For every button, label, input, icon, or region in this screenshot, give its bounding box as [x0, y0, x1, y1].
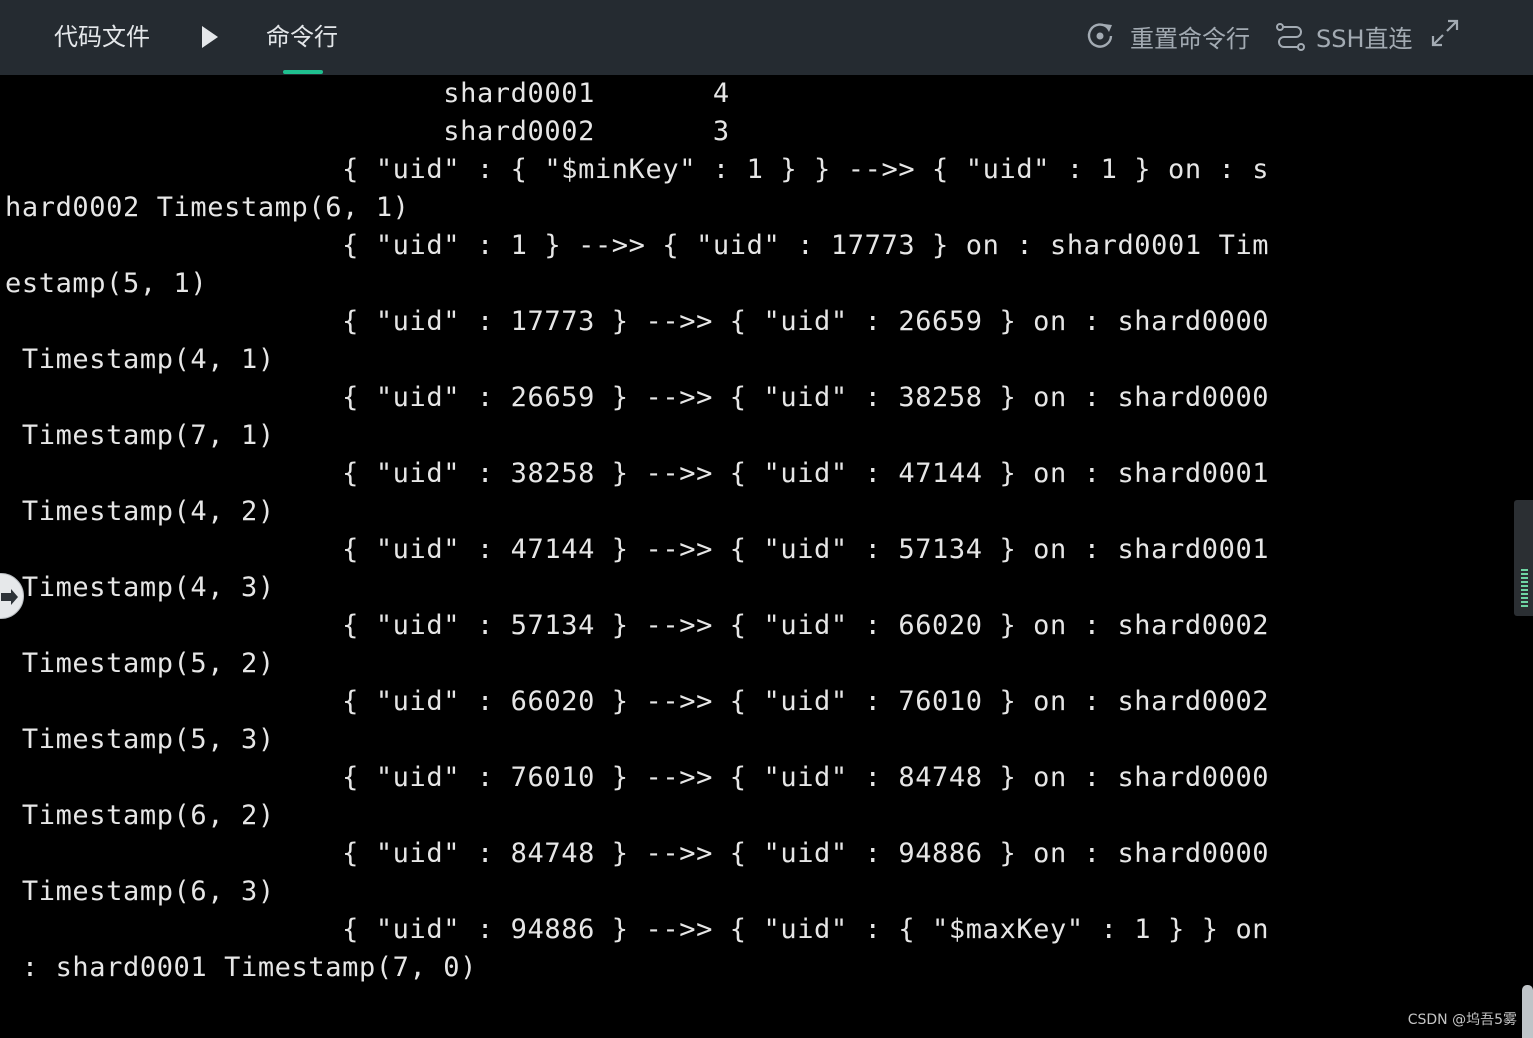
terminal-line: { "uid" : 26659 } -->> { "uid" : 38258 }…	[5, 382, 1270, 413]
tab-code-files[interactable]: 代码文件	[54, 20, 150, 54]
terminal-line: { "uid" : 1 } -->> { "uid" : 17773 } on …	[5, 230, 1270, 261]
scrollbar-thumb[interactable]	[1522, 985, 1533, 1038]
terminal-line: { "uid" : 94886 } -->> { "uid" : { "$max…	[5, 914, 1270, 945]
terminal-line: Timestamp(4, 3)	[5, 572, 275, 603]
terminal-line: { "uid" : 57134 } -->> { "uid" : 66020 }…	[5, 610, 1270, 641]
top-toolbar: 代码文件 命令行 重置命令行 SSH直连	[0, 0, 1533, 75]
terminal-line: : shard0001 Timestamp(7, 0)	[5, 952, 477, 983]
terminal-line: { "uid" : 84748 } -->> { "uid" : 94886 }…	[5, 838, 1270, 869]
restart-terminal-button[interactable]: 重置命令行	[1084, 18, 1250, 54]
terminal-line: shard0002 3	[5, 116, 730, 147]
terminal-line: estamp(5, 1)	[5, 268, 208, 299]
terminal-line: { "uid" : 38258 } -->> { "uid" : 47144 }…	[5, 458, 1270, 489]
terminal-line: { "uid" : 76010 } -->> { "uid" : 84748 }…	[5, 762, 1270, 793]
terminal-line: Timestamp(5, 3)	[5, 724, 275, 755]
terminal-line: Timestamp(5, 2)	[5, 648, 275, 679]
ssh-connect-label: SSH直连	[1316, 24, 1413, 53]
active-tab-indicator	[283, 70, 323, 74]
terminal-line: Timestamp(4, 1)	[5, 344, 275, 375]
terminal-line: { "uid" : 66020 } -->> { "uid" : 76010 }…	[5, 686, 1270, 717]
swap-arrow-icon	[1, 589, 18, 605]
tab-command-line[interactable]: 命令行	[266, 20, 338, 54]
watermark: CSDN @坞吾5雾	[1407, 1012, 1517, 1028]
ssh-connect-icon	[1276, 23, 1305, 51]
ssh-connect-button[interactable]: SSH直连	[1274, 18, 1413, 54]
terminal-line: Timestamp(7, 1)	[5, 420, 275, 451]
terminal-line: shard0001 4	[5, 78, 730, 109]
terminal-line: Timestamp(6, 2)	[5, 800, 275, 831]
terminal-line: hard0002 Timestamp(6, 1)	[5, 192, 410, 223]
terminal-line: { "uid" : 47144 } -->> { "uid" : 57134 }…	[5, 534, 1270, 565]
expand-icon[interactable]	[1430, 18, 1460, 48]
restart-terminal-label: 重置命令行	[1130, 24, 1250, 53]
terminal-line: { "uid" : 17773 } -->> { "uid" : 26659 }…	[5, 306, 1270, 337]
terminal-output[interactable]: shard0001 4 shard0002 3 { "uid" : { "$mi…	[5, 75, 1520, 1038]
scroll-position-marks	[1521, 569, 1528, 607]
terminal-lines: shard0001 4 shard0002 3 { "uid" : { "$mi…	[5, 75, 1520, 987]
terminal-line: Timestamp(6, 3)	[5, 876, 275, 907]
terminal-line: Timestamp(4, 2)	[5, 496, 275, 527]
refresh-icon	[1087, 23, 1113, 48]
terminal-line: { "uid" : { "$minKey" : 1 } } -->> { "ui…	[5, 154, 1270, 185]
play-icon[interactable]	[200, 24, 220, 50]
